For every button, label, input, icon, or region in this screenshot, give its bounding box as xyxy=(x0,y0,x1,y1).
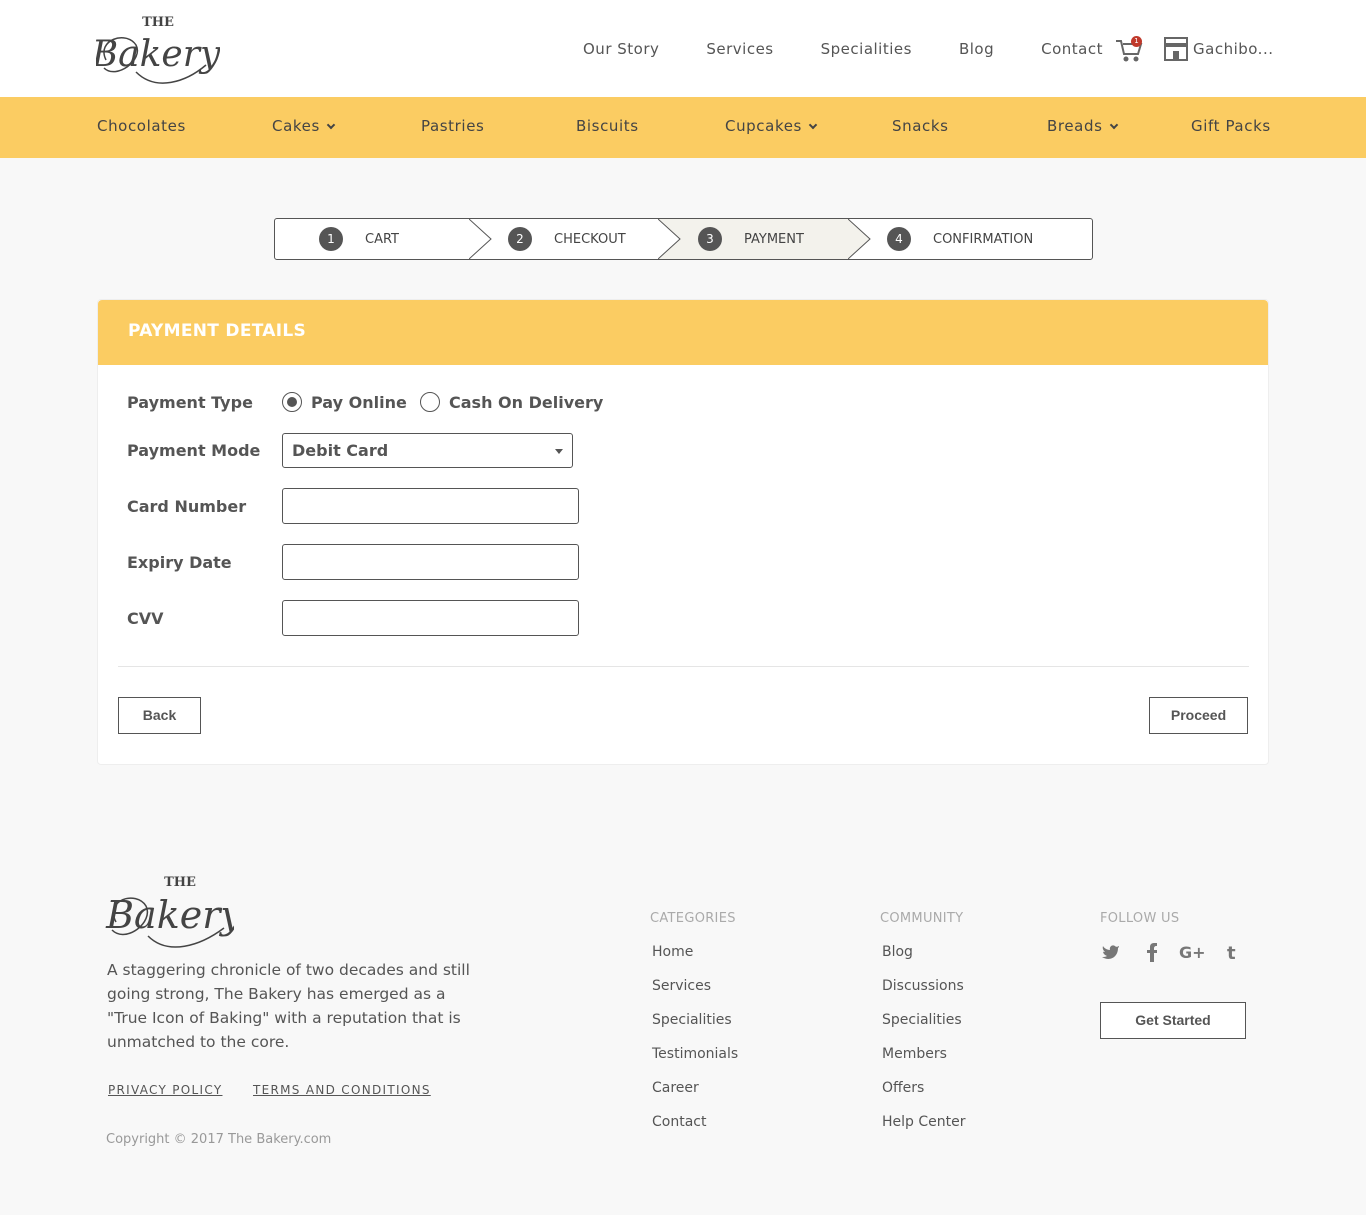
step-number: 2 xyxy=(508,227,532,251)
top-nav: Our Story Services Specialities Blog Con… xyxy=(583,40,1150,58)
store-location-label[interactable]: Gachibo... xyxy=(1193,40,1273,58)
step-number: 1 xyxy=(319,227,343,251)
categories-heading: CATEGORIES xyxy=(650,911,736,926)
footer-link-services[interactable]: Services xyxy=(652,978,738,1012)
footer-link-offers[interactable]: Offers xyxy=(882,1080,966,1114)
footer-link-help-center[interactable]: Help Center xyxy=(882,1114,966,1148)
footer-description: A staggering chronicle of two decades an… xyxy=(107,961,470,1051)
pay-online-label: Pay Online xyxy=(311,392,407,412)
google-plus-icon[interactable]: G+ xyxy=(1179,942,1205,962)
footer-link-career[interactable]: Career xyxy=(652,1080,738,1114)
footer-link-specialities[interactable]: Specialities xyxy=(652,1012,738,1046)
chevron-down-icon xyxy=(326,120,336,130)
checkout-stepper: 1 CART 2 CHECKOUT 3 PAYMENT 4 CONFIRMATI… xyxy=(274,218,1093,260)
category-chocolates[interactable]: Chocolates xyxy=(97,117,186,135)
nav-services[interactable]: Services xyxy=(706,40,773,58)
footer-link-members[interactable]: Members xyxy=(882,1046,966,1080)
community-heading: COMMUNITY xyxy=(880,911,964,926)
nav-contact[interactable]: Contact xyxy=(1041,40,1103,58)
twitter-icon[interactable] xyxy=(1101,942,1121,962)
form-divider xyxy=(118,666,1249,667)
footer-bakery-logo[interactable]: THE Bakery xyxy=(104,870,234,956)
svg-text:THE: THE xyxy=(142,15,174,30)
footer-link-home[interactable]: Home xyxy=(652,944,738,978)
nav-our-story[interactable]: Our Story xyxy=(583,40,659,58)
payment-mode-value: Debit Card xyxy=(292,441,389,460)
pay-online-radio[interactable]: Pay Online xyxy=(282,392,407,412)
step-payment[interactable]: 3 PAYMENT xyxy=(698,219,804,259)
step-separator xyxy=(848,219,871,259)
footer-link-testimonials[interactable]: Testimonials xyxy=(652,1046,738,1080)
step-number: 3 xyxy=(698,227,722,251)
category-breads[interactable]: Breads xyxy=(1047,117,1118,135)
privacy-policy-link[interactable]: PRIVACY POLICY xyxy=(108,1083,222,1097)
footer-categories-list: Home Services Specialities Testimonials … xyxy=(652,944,738,1148)
nav-blog[interactable]: Blog xyxy=(959,40,994,58)
step-cart[interactable]: 1 CART xyxy=(319,219,399,259)
proceed-button[interactable]: Proceed xyxy=(1149,697,1248,734)
step-label: CHECKOUT xyxy=(554,231,626,247)
svg-text:G+: G+ xyxy=(1179,943,1205,962)
chevron-down-icon xyxy=(1109,120,1118,130)
copyright-text: Copyright © 2017 The Bakery.com xyxy=(106,1132,332,1147)
step-separator xyxy=(658,219,681,259)
footer-community-list: Blog Discussions Specialities Members Of… xyxy=(882,944,966,1148)
footer-link-contact[interactable]: Contact xyxy=(652,1114,738,1148)
nav-specialities[interactable]: Specialities xyxy=(821,40,912,58)
step-confirmation[interactable]: 4 CONFIRMATION xyxy=(887,219,1033,259)
category-pastries[interactable]: Pastries xyxy=(421,117,484,135)
cvv-label: CVV xyxy=(127,609,164,628)
step-label: CART xyxy=(365,231,399,247)
category-cakes[interactable]: Cakes xyxy=(272,117,336,135)
chevron-down-icon xyxy=(808,120,818,130)
step-checkout[interactable]: 2 CHECKOUT xyxy=(508,219,626,259)
footer-link-specialities[interactable]: Specialities xyxy=(882,1012,966,1046)
payment-details-card: PAYMENT DETAILS Payment Type Pay Online … xyxy=(97,299,1269,765)
terms-link[interactable]: TERMS AND CONDITIONS xyxy=(253,1083,431,1097)
step-separator xyxy=(469,219,492,259)
payment-type-label: Payment Type xyxy=(127,393,253,412)
back-button[interactable]: Back xyxy=(118,697,201,734)
category-snacks[interactable]: Snacks xyxy=(892,117,949,135)
bakery-logo[interactable]: THE Bakery xyxy=(96,10,220,92)
svg-text:THE: THE xyxy=(164,875,196,890)
step-label: PAYMENT xyxy=(744,231,804,247)
step-number: 4 xyxy=(887,227,911,251)
footer-link-discussions[interactable]: Discussions xyxy=(882,978,966,1012)
cash-on-delivery-label: Cash On Delivery xyxy=(449,392,604,412)
card-number-input[interactable] xyxy=(282,488,579,524)
expiry-date-input[interactable] xyxy=(282,544,579,580)
site-header: THE Bakery Our Story Services Specialiti… xyxy=(0,0,1366,97)
category-biscuits[interactable]: Biscuits xyxy=(576,117,639,135)
caret-down-icon xyxy=(555,449,563,454)
store-icon[interactable] xyxy=(1162,36,1190,62)
payment-mode-select[interactable]: Debit Card xyxy=(282,433,573,468)
follow-us-heading: FOLLOW US xyxy=(1100,911,1180,926)
payment-details-title: PAYMENT DETAILS xyxy=(98,300,1268,365)
tumblr-icon[interactable]: t xyxy=(1226,942,1240,962)
cart-count-badge: 1 xyxy=(1131,36,1142,47)
step-label: CONFIRMATION xyxy=(933,231,1034,247)
facebook-icon[interactable] xyxy=(1145,942,1159,962)
card-number-label: Card Number xyxy=(127,497,247,516)
category-gift-packs[interactable]: Gift Packs xyxy=(1191,117,1271,135)
payment-mode-label: Payment Mode xyxy=(127,441,261,460)
svg-text:t: t xyxy=(1227,943,1236,962)
get-started-button[interactable]: Get Started xyxy=(1100,1002,1246,1039)
category-bar: Chocolates Cakes Pastries Biscuits Cupca… xyxy=(0,97,1366,158)
radio-checked-icon xyxy=(282,392,302,412)
radio-unchecked-icon xyxy=(420,392,440,412)
expiry-date-label: Expiry Date xyxy=(127,553,232,572)
cash-on-delivery-radio[interactable]: Cash On Delivery xyxy=(420,392,603,412)
category-cupcakes[interactable]: Cupcakes xyxy=(725,117,818,135)
cvv-input[interactable] xyxy=(282,600,579,636)
footer-link-blog[interactable]: Blog xyxy=(882,944,966,978)
